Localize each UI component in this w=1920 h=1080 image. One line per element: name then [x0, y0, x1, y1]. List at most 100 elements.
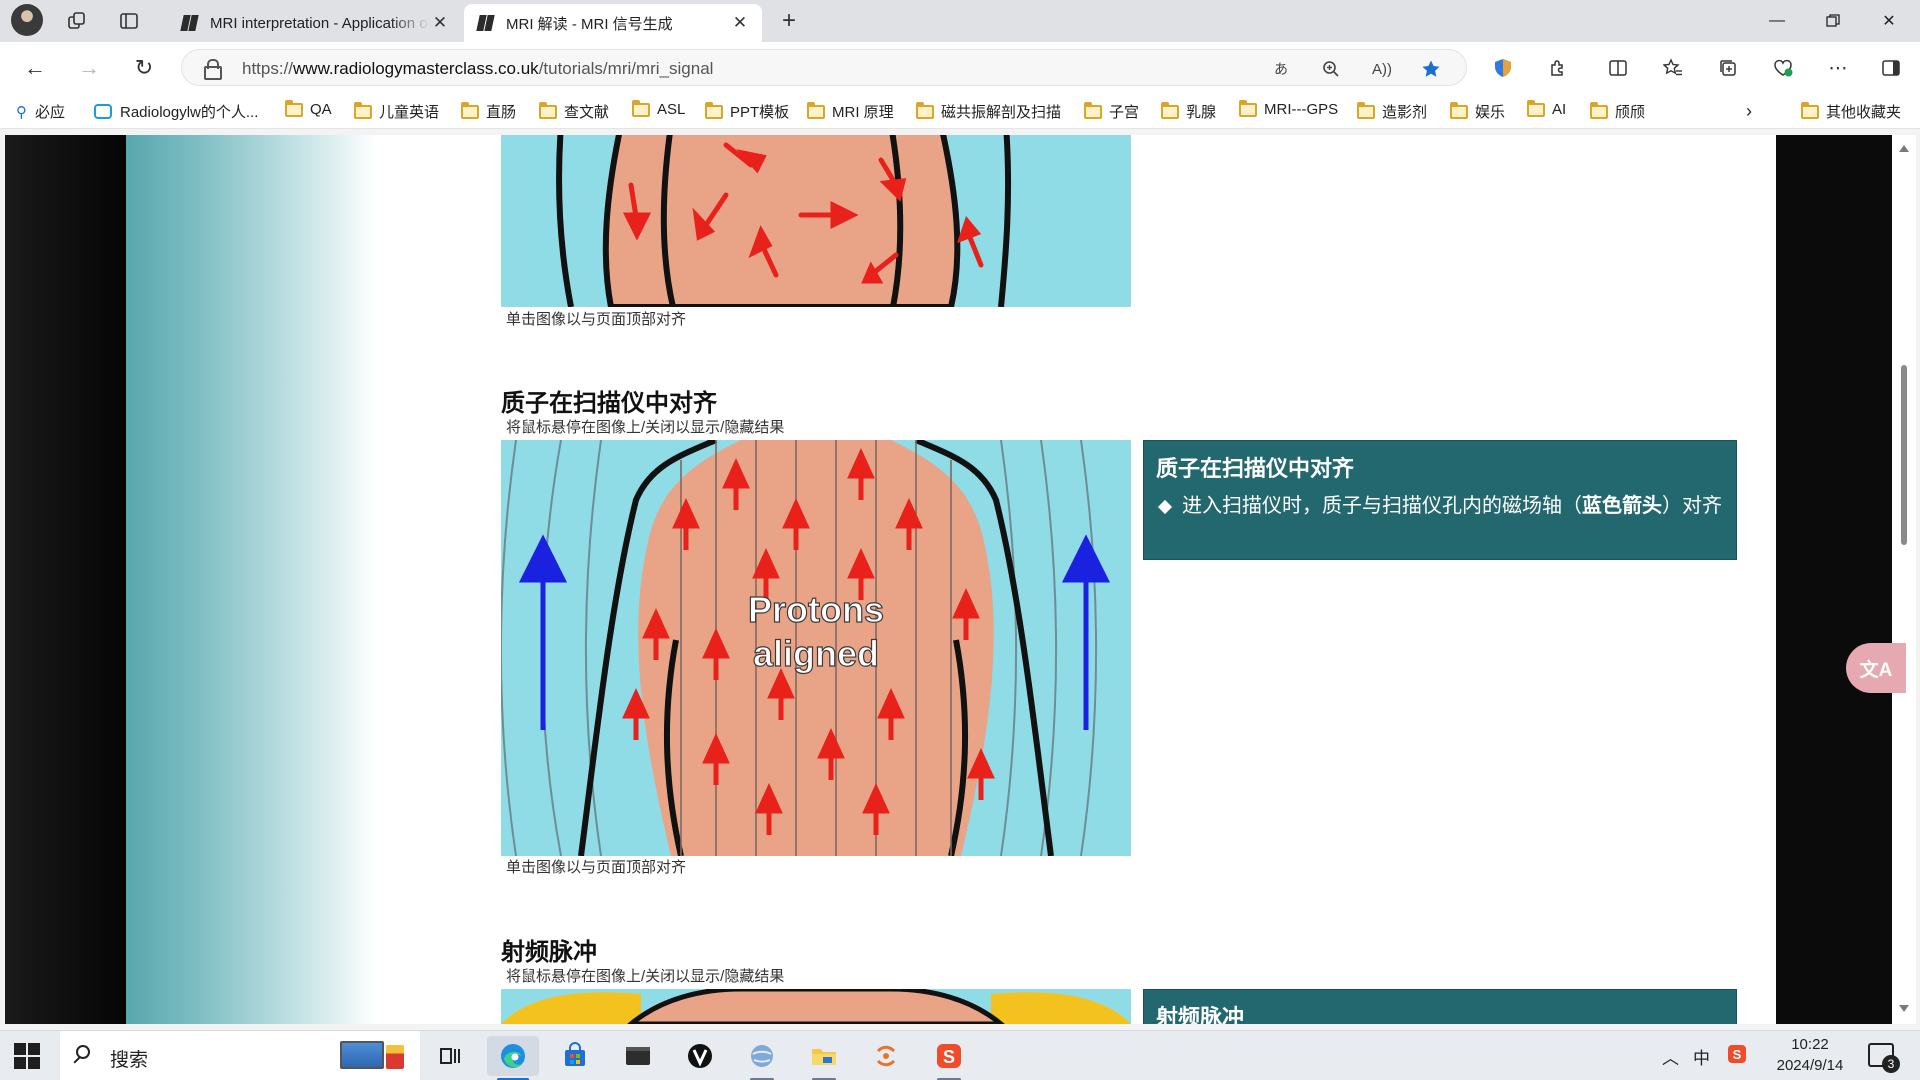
scroll-thumb[interactable]: [1901, 365, 1907, 545]
bookmark-folder-other[interactable]: 其他收藏夹: [1801, 101, 1901, 122]
hover-hint-1: 将鼠标悬停在图像上/关闭以显示/隐藏结果: [506, 419, 785, 436]
back-button[interactable]: ←: [20, 53, 50, 83]
forward-button[interactable]: →: [74, 53, 104, 83]
refresh-button[interactable]: ↻: [129, 53, 159, 83]
hover-hint-2: 将鼠标悬停在图像上/关闭以显示/隐藏结果: [506, 968, 785, 985]
tab-mri-interpretation[interactable]: MRI interpretation - Application of ✕: [168, 4, 462, 42]
browser-performance-icon[interactable]: [1767, 53, 1799, 83]
svg-text:S: S: [1733, 1047, 1742, 1062]
favorites-icon[interactable]: [1657, 53, 1689, 83]
folder-icon: [807, 101, 825, 119]
folder-icon: [916, 101, 934, 119]
settings-more-icon[interactable]: ⋯: [1822, 53, 1854, 83]
bookmark-folder-ppt-templates[interactable]: PPT模板: [705, 101, 789, 122]
page-scrollbar[interactable]: [1892, 135, 1916, 1024]
folder-icon: [1527, 99, 1545, 117]
favorite-star-icon[interactable]: [1417, 55, 1445, 83]
scroll-up-arrow-icon[interactable]: [1899, 145, 1909, 152]
taskbar-search-box[interactable]: 搜索: [60, 1031, 420, 1080]
extensions-icon[interactable]: [1542, 53, 1574, 83]
bookmark-label: 磁共振解剖及扫描: [941, 104, 1062, 121]
sidebar-toggle-icon[interactable]: [1875, 53, 1907, 83]
mri-figure-rf-pulse[interactable]: [501, 989, 1131, 1024]
bookmark-folder-mri-gps[interactable]: MRI---GPS: [1239, 99, 1339, 118]
scroll-down-arrow-icon[interactable]: [1899, 1005, 1909, 1012]
split-screen-icon[interactable]: [1602, 53, 1634, 83]
right-dark-margin: [1776, 135, 1899, 1024]
page-viewport[interactable]: 单击图像以与页面顶部对齐 质子在扫描仪中对齐 将鼠标悬停在图像上/关闭以显示/隐…: [5, 135, 1899, 1024]
bookmark-label: 儿童英语: [379, 104, 440, 121]
bookmark-folder-literature[interactable]: 查文献: [539, 101, 609, 122]
bookmark-folder-contrast[interactable]: 造影剂: [1357, 101, 1427, 122]
collections-icon[interactable]: [1712, 53, 1744, 83]
bookmark-folder-qiqi[interactable]: 颀颀: [1590, 101, 1645, 122]
image-label-protons: Protons: [748, 589, 884, 630]
close-tab-icon[interactable]: ✕: [730, 13, 750, 33]
bookmark-folder-mri-principles[interactable]: MRI 原理: [807, 101, 894, 122]
bookmark-label: MRI---GPS: [1264, 101, 1339, 118]
folder-icon: [1084, 101, 1102, 119]
bookmark-label: Radiologylw的个人...: [120, 104, 259, 121]
url-text[interactable]: https://www.radiologymasterclass.co.uk/t…: [242, 59, 713, 79]
bookmark-folder-ai[interactable]: AI: [1527, 99, 1566, 118]
bookmark-radiology-bilibili[interactable]: Radiologylw的个人...: [94, 101, 258, 122]
bookmark-folder-mri-anatomy[interactable]: 磁共振解剖及扫描: [916, 101, 1061, 122]
folder-icon: [1357, 101, 1375, 119]
bookmark-folder-asl[interactable]: ASL: [632, 99, 685, 118]
bookmark-bing[interactable]: ⚲ 必应: [16, 101, 65, 122]
taskbar-app-terminal[interactable]: [612, 1036, 664, 1076]
bookmark-label: 直肠: [486, 104, 517, 121]
taskbar-app-v[interactable]: [674, 1036, 726, 1076]
close-tab-icon[interactable]: ✕: [430, 13, 450, 33]
svg-text:S: S: [943, 1047, 955, 1067]
taskbar-app-orange[interactable]: [860, 1036, 912, 1076]
file-explorer-icon: [812, 1049, 836, 1065]
bookmark-folder-entertainment[interactable]: 娱乐: [1450, 101, 1505, 122]
tab-actions-icon[interactable]: [115, 7, 143, 35]
taskbar-app-file-explorer[interactable]: [798, 1036, 850, 1080]
system-clock[interactable]: 10:22 2024/9/14: [1765, 1034, 1855, 1076]
sogou-tray-icon[interactable]: S: [1727, 1044, 1747, 1069]
clock-date: 2024/9/14: [1776, 1057, 1844, 1074]
new-tab-button[interactable]: +: [775, 7, 803, 35]
floating-translate-button[interactable]: 文A: [1846, 643, 1906, 693]
bookmark-folder-rectum[interactable]: 直肠: [461, 101, 516, 122]
bookmark-label: 必应: [35, 104, 66, 121]
translate-page-icon[interactable]: あ: [1267, 55, 1295, 83]
input-method-indicator[interactable]: 中: [1693, 1044, 1710, 1069]
more-bookmarks-chevron-icon[interactable]: ›: [1746, 101, 1752, 122]
bookmark-folder-qa[interactable]: QA: [285, 99, 332, 118]
mri-figure-protons-aligned[interactable]: Protons aligned: [501, 440, 1131, 856]
show-hidden-icons-chevron-icon[interactable]: ︿: [1662, 1044, 1679, 1069]
workspaces-icon[interactable]: [63, 7, 91, 35]
close-window-button[interactable]: ✕: [1861, 0, 1917, 42]
mri-figure-protons-random[interactable]: [501, 135, 1131, 307]
radiology-masterclass-favicon-icon: [180, 14, 200, 32]
profile-avatar[interactable]: [11, 4, 43, 36]
folder-icon: [1450, 101, 1468, 119]
bookmarks-bar: ⚲ 必应 Radiologylw的个人... QA 儿童英语 直肠 查文献 AS…: [0, 92, 1920, 129]
browser-essentials-icon[interactable]: [1487, 53, 1519, 83]
bookmark-label: MRI 原理: [832, 104, 894, 121]
zoom-icon[interactable]: [1317, 55, 1345, 83]
taskbar-app-edge[interactable]: [487, 1036, 539, 1080]
left-teal-gradient-band: [126, 135, 376, 1024]
task-view-button[interactable]: [424, 1036, 476, 1076]
taskbar-app-sogou[interactable]: S: [923, 1036, 975, 1080]
folder-icon: [1161, 101, 1179, 119]
left-dark-margin: [5, 135, 126, 1024]
address-bar[interactable]: https://www.radiologymasterclass.co.uk/t…: [181, 49, 1467, 86]
tab-strip: MRI interpretation - Application of ✕ MR…: [0, 0, 1920, 42]
taskbar-app-globe[interactable]: [736, 1036, 788, 1080]
taskbar-app-store[interactable]: [549, 1036, 601, 1076]
read-aloud-icon[interactable]: A)): [1368, 55, 1396, 83]
bookmark-folder-uterus[interactable]: 子宫: [1084, 101, 1139, 122]
tab-mri-signal[interactable]: MRI 解读 - MRI 信号生成 ✕: [464, 4, 762, 42]
start-windows-icon[interactable]: [14, 1043, 40, 1069]
site-info-lock-icon[interactable]: [204, 59, 222, 80]
minimize-button[interactable]: —: [1749, 0, 1805, 42]
section-title-protons-aligned: 质子在扫描仪中对齐: [501, 390, 717, 417]
bookmark-folder-breast[interactable]: 乳腺: [1161, 101, 1216, 122]
bookmark-folder-children-english[interactable]: 儿童英语: [354, 101, 439, 122]
restore-button[interactable]: [1805, 0, 1861, 42]
